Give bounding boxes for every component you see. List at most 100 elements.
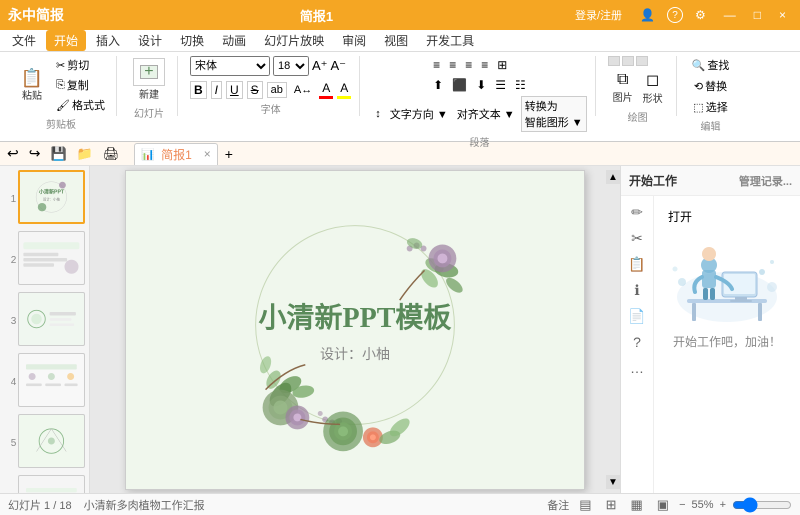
settings-icon[interactable]: ⚙ xyxy=(689,6,712,24)
font-color-button[interactable]: A xyxy=(319,80,333,99)
zoom-out-button[interactable]: − xyxy=(679,499,685,511)
menu-developer[interactable]: 开发工具 xyxy=(418,30,482,51)
align-right-button[interactable]: ≡ xyxy=(462,56,475,74)
status-right: 备注 ▤ ⊞ ▦ ▣ − 55% + xyxy=(547,496,792,514)
slide-thumb-1[interactable]: 小清新PPT 设计：小柚 xyxy=(18,170,85,224)
redo-button[interactable]: ↪ xyxy=(26,144,44,163)
text-direction-button[interactable]: 文字方向 ▼ xyxy=(387,105,451,123)
menu-review[interactable]: 审阅 xyxy=(334,30,374,51)
list-button[interactable]: ☰ xyxy=(492,76,509,94)
text-align-dist-button[interactable]: 对齐文本 ▼ xyxy=(454,105,518,123)
scroll-up-button[interactable]: ▲ xyxy=(606,170,620,184)
font-increase-button[interactable]: A⁺ xyxy=(312,58,328,74)
shape-preview2 xyxy=(622,56,634,66)
clipboard-icon[interactable]: 📋 xyxy=(625,252,649,276)
menu-transition[interactable]: 切换 xyxy=(172,30,212,51)
menu-animation[interactable]: 动画 xyxy=(214,30,254,51)
arrange-button[interactable]: ⧉ 图片 xyxy=(609,69,637,106)
view-grid-button[interactable]: ⊞ xyxy=(602,496,621,514)
save-button-qa[interactable]: 💾 xyxy=(47,145,69,163)
info-icon[interactable]: ℹ xyxy=(625,278,649,302)
more-icon[interactable]: … xyxy=(625,356,649,380)
print-button[interactable]: 🖨 xyxy=(100,145,123,163)
right-panel-sidebar-icons: ✏ ✂ 📋 ℹ 📄 ? … xyxy=(621,196,654,493)
align-center-button[interactable]: ≡ xyxy=(446,56,459,74)
valign-bot-button[interactable]: ⬇ xyxy=(473,76,489,94)
question-icon[interactable]: ? xyxy=(625,330,649,354)
menu-view[interactable]: 视图 xyxy=(376,30,416,51)
menu-design[interactable]: 设计 xyxy=(130,30,170,51)
font-size-select[interactable]: 18 xyxy=(273,56,309,76)
slide-thumb-5[interactable] xyxy=(18,414,85,468)
font-family-select[interactable]: 宋体 xyxy=(190,56,270,76)
tab-close-button[interactable]: × xyxy=(201,146,214,162)
align-left-button[interactable]: ≡ xyxy=(430,56,443,74)
group-drawing: ⧉ 图片 ◻ 形状 绘图 xyxy=(600,56,677,116)
open-label[interactable]: 打开 xyxy=(664,206,696,227)
slide-thumb-4[interactable] xyxy=(18,353,85,407)
char-spacing-button[interactable]: A↔ xyxy=(291,83,315,97)
slide-subtitle: 设计：小柚 xyxy=(259,344,452,364)
column-button[interactable]: ⊞ xyxy=(494,56,510,74)
edit-label: 编辑 xyxy=(701,116,721,133)
maximize-button[interactable]: □ xyxy=(748,6,767,24)
note-button[interactable]: 备注 xyxy=(547,497,569,513)
menu-start[interactable]: 开始 xyxy=(46,30,86,51)
slide-3-preview xyxy=(19,293,84,345)
italic-button[interactable]: I xyxy=(211,81,222,99)
strikethrough-button[interactable]: S xyxy=(247,81,263,99)
view-normal-button[interactable]: ▤ xyxy=(575,496,595,514)
zoom-slider[interactable] xyxy=(732,497,792,513)
copy-button[interactable]: ⎘复制 xyxy=(53,76,108,94)
slide-canvas[interactable]: 小清新PPT模板 设计：小柚 xyxy=(125,170,585,490)
font-decrease-button[interactable]: A⁻ xyxy=(331,58,347,74)
help-icon[interactable]: ? xyxy=(667,7,683,23)
doc-tab[interactable]: 📊 简报1 × xyxy=(134,143,217,165)
slide-thumb-3[interactable] xyxy=(18,292,85,346)
open-button-qa[interactable]: 📁 xyxy=(74,145,96,163)
valign-mid-button[interactable]: ⬛ xyxy=(449,76,470,94)
line-spacing-button[interactable]: ↕ xyxy=(372,107,384,121)
paste-button[interactable]: 📋 粘贴 xyxy=(14,67,50,104)
manage-records-link[interactable]: 管理记录... xyxy=(739,173,792,189)
format-paint-button[interactable]: 🖌格式式 xyxy=(53,96,108,114)
num-list-button[interactable]: ☷ xyxy=(512,76,529,94)
scroll-down-button[interactable]: ▼ xyxy=(606,475,620,489)
pencil-icon[interactable]: ✏ xyxy=(625,200,649,224)
slide-num-1: 1 xyxy=(4,194,16,205)
shape-fill-button[interactable]: ◻ 形状 xyxy=(639,68,667,107)
valign-top-button[interactable]: ⬆ xyxy=(430,76,446,94)
view-presenter-button[interactable]: ▣ xyxy=(653,496,673,514)
slide-label: 幻灯片 xyxy=(134,103,164,120)
clipboard-content: 📋 粘贴 ✂剪切 ⎘复制 🖌格式式 xyxy=(14,56,108,114)
document-icon[interactable]: 📄 xyxy=(625,304,649,328)
justify-button[interactable]: ≡ xyxy=(478,56,491,74)
slide-info: 幻灯片 1 / 18 xyxy=(8,497,72,513)
view-outline-button[interactable]: ▦ xyxy=(627,496,647,514)
slide-thumb-2[interactable] xyxy=(18,231,85,285)
convert-smartart-button[interactable]: 转换为智能图形 ▼ xyxy=(521,96,587,132)
replace-button[interactable]: ⟲替换 xyxy=(691,77,730,95)
menu-insert[interactable]: 插入 xyxy=(88,30,128,51)
new-tab-button[interactable]: + xyxy=(222,145,236,163)
underline-button[interactable]: U xyxy=(226,81,243,99)
menu-slideshow[interactable]: 幻灯片放映 xyxy=(256,30,332,51)
right-panel-body: ✏ ✂ 📋 ℹ 📄 ? … 打开 xyxy=(621,196,800,493)
cut-button[interactable]: ✂剪切 xyxy=(53,56,108,74)
find-button[interactable]: 🔍查找 xyxy=(689,56,733,74)
zoom-in-button[interactable]: + xyxy=(720,499,726,511)
bold-button[interactable]: B xyxy=(190,81,207,99)
slide-thumb-6[interactable] xyxy=(18,475,85,493)
scissors-icon[interactable]: ✂ xyxy=(625,226,649,250)
shadow-button[interactable]: ab xyxy=(267,82,287,98)
new-slide-button[interactable]: + 新建 xyxy=(129,56,169,103)
user-icon[interactable]: 👤 xyxy=(634,6,661,24)
minimize-button[interactable]: — xyxy=(718,6,742,24)
undo-button[interactable]: ↩ xyxy=(4,144,22,163)
working-figure xyxy=(667,227,787,327)
close-button[interactable]: × xyxy=(773,6,792,24)
login-button[interactable]: 登录/注册 xyxy=(569,5,628,25)
select-button[interactable]: ⬚选择 xyxy=(690,98,730,116)
menu-file[interactable]: 文件 xyxy=(4,30,44,51)
highlight-button[interactable]: A xyxy=(337,80,351,99)
